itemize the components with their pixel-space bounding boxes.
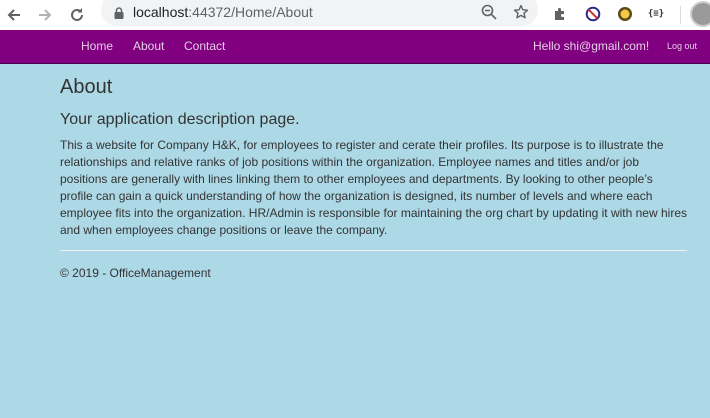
star-icon[interactable]: [512, 3, 530, 21]
nav-about-link[interactable]: About: [133, 39, 164, 53]
page-subtitle: Your application description page.: [60, 111, 300, 128]
manage-account-link[interactable]: Hello shi@gmail.com!: [533, 39, 649, 53]
json-extension-icon[interactable]: {≡}: [645, 3, 667, 25]
url-text[interactable]: localhost:44372/Home/About: [133, 4, 313, 20]
logout-button[interactable]: Log out: [667, 41, 697, 51]
footer-divider: [60, 250, 687, 251]
description-paragraph: This a website for Company H&K, for empl…: [60, 138, 687, 237]
shield-extension-icon[interactable]: [614, 3, 636, 25]
toolbar-divider: [680, 6, 681, 24]
back-button[interactable]: [2, 3, 26, 27]
json-extension-label: {≡}: [647, 9, 665, 19]
url-path: :44372/Home/About: [188, 4, 313, 20]
forward-button[interactable]: [33, 3, 57, 27]
reload-button[interactable]: [65, 3, 89, 27]
lock-icon[interactable]: [114, 6, 124, 24]
profile-avatar[interactable]: [690, 1, 710, 27]
extensions-puzzle-icon[interactable]: [549, 3, 571, 25]
block-extension-icon[interactable]: [582, 3, 604, 25]
browser-toolbar: localhost:44372/Home/About {≡}: [0, 0, 710, 30]
page-title: About: [60, 76, 113, 98]
nav-contact-link[interactable]: Contact: [184, 39, 225, 53]
arrow-left-icon: [7, 9, 20, 21]
nav-home-link[interactable]: Home: [81, 39, 113, 53]
zoom-out-icon[interactable]: [480, 3, 498, 21]
site-navbar: Home About Contact Hello shi@gmail.com! …: [0, 30, 710, 64]
arrow-right-icon: [39, 9, 52, 21]
address-bar[interactable]: localhost:44372/Home/About: [101, 0, 538, 26]
footer-copyright: © 2019 - OfficeManagement: [60, 266, 211, 280]
reload-icon: [71, 8, 83, 21]
url-host: localhost: [133, 4, 189, 20]
